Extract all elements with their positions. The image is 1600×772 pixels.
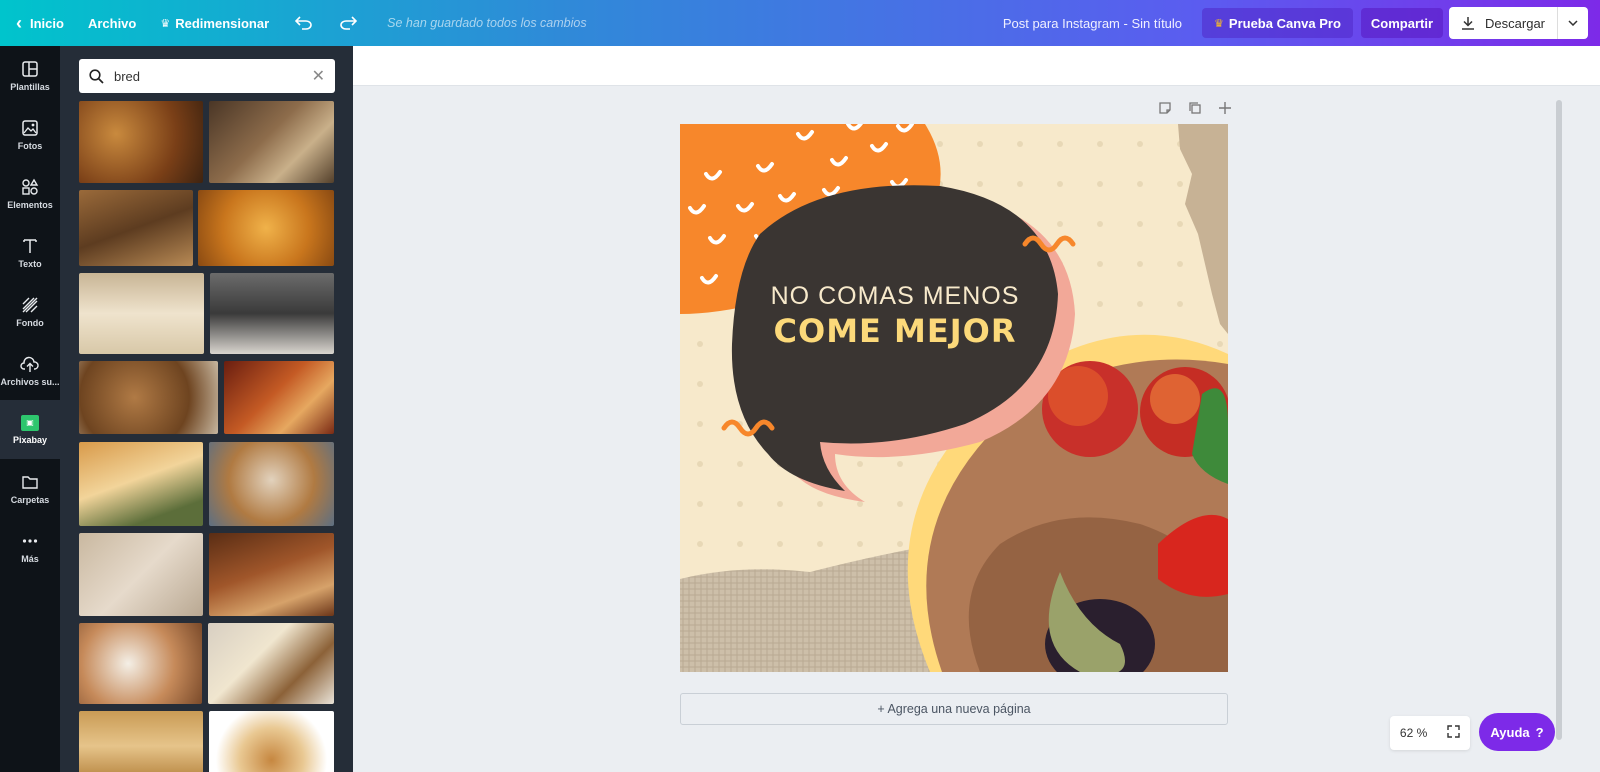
cloud-upload-icon <box>20 356 39 372</box>
layout-icon <box>22 60 38 77</box>
photo-thumbnail[interactable] <box>209 442 334 526</box>
left-rail: Plantillas Fotos Elementos Texto Fondo A… <box>0 46 60 772</box>
pixabay-panel: ✕ <box>60 46 353 772</box>
crown-icon: ♛ <box>1214 17 1224 30</box>
photo-thumbnail[interactable] <box>209 711 334 772</box>
rail-label: Fondo <box>16 317 44 328</box>
rail-label: Elementos <box>7 199 53 210</box>
download-options-button[interactable] <box>1558 7 1588 39</box>
pattern-icon <box>22 297 38 312</box>
design-canvas[interactable]: NO COMAS MENOS COME MEJOR <box>680 124 1228 672</box>
rail-item-elements[interactable]: Elementos <box>0 164 60 223</box>
headline-line-1[interactable]: NO COMAS MENOS <box>770 282 1020 311</box>
document-title[interactable]: Post para Instagram - Sin título <box>1003 16 1182 31</box>
page-tools <box>1157 100 1233 116</box>
photo-thumbnail[interactable] <box>210 273 334 354</box>
folder-icon <box>22 475 38 489</box>
rail-item-uploads[interactable]: Archivos su... <box>0 341 60 400</box>
photo-thumbnail[interactable] <box>79 190 193 266</box>
photo-thumbnail[interactable] <box>79 442 203 526</box>
top-bar: ‹ Inicio Archivo ♛ Redimensionar Se han … <box>0 0 1600 46</box>
search-box[interactable]: ✕ <box>79 59 335 93</box>
rail-item-templates[interactable]: Plantillas <box>0 46 60 105</box>
fullscreen-icon[interactable] <box>1447 725 1460 741</box>
pixabay-icon: ▣ <box>21 414 39 431</box>
save-status: Se han guardado todos los cambios <box>387 16 587 30</box>
editor-toolbar <box>353 46 1600 86</box>
redo-icon <box>340 16 358 30</box>
download-main[interactable]: Descargar <box>1449 7 1558 39</box>
undo-icon <box>295 16 312 30</box>
vertical-scrollbar[interactable] <box>1555 92 1563 757</box>
resize-label: Redimensionar <box>175 15 270 31</box>
design-artwork <box>680 124 1228 672</box>
scrollbar-thumb[interactable] <box>1556 100 1562 740</box>
photo-thumbnail[interactable] <box>79 711 203 772</box>
crown-icon: ♛ <box>160 17 171 30</box>
photo-thumbnail[interactable] <box>224 361 334 434</box>
help-button[interactable]: Ayuda ? <box>1479 713 1555 751</box>
chevron-left-icon: ‹ <box>16 12 22 33</box>
photo-thumbnail[interactable] <box>209 101 334 183</box>
rail-item-background[interactable]: Fondo <box>0 282 60 341</box>
rail-label: Plantillas <box>10 81 50 92</box>
photo-thumbnail[interactable] <box>79 533 203 616</box>
add-new-page-button[interactable]: + Agrega una nueva página <box>680 693 1228 725</box>
rail-label: Fotos <box>17 140 43 151</box>
photo-thumbnail[interactable] <box>79 101 203 183</box>
rail-item-text[interactable]: Texto <box>0 223 60 282</box>
rail-label: Pixabay <box>12 434 48 445</box>
duplicate-page-icon[interactable] <box>1187 100 1203 116</box>
download-button[interactable]: Descargar <box>1449 7 1588 39</box>
shapes-icon <box>22 178 39 195</box>
image-icon <box>22 119 38 136</box>
rail-item-photos[interactable]: Fotos <box>0 105 60 164</box>
photo-thumbnail[interactable] <box>79 273 204 354</box>
photo-thumbnail[interactable] <box>198 190 334 266</box>
home-button[interactable]: ‹ Inicio <box>0 0 76 46</box>
photo-thumbnail[interactable] <box>209 533 334 616</box>
rail-label: Más <box>21 553 39 564</box>
home-label: Inicio <box>30 15 64 31</box>
more-icon <box>22 538 38 543</box>
rail-item-folders[interactable]: Carpetas <box>0 459 60 518</box>
try-pro-button[interactable]: ♛ Prueba Canva Pro <box>1202 8 1353 38</box>
photo-thumbnail[interactable] <box>79 623 202 704</box>
zoom-level[interactable]: 62 % <box>1400 726 1427 740</box>
rail-item-more[interactable]: Más <box>0 518 60 577</box>
rail-label: Carpetas <box>10 494 50 505</box>
download-icon <box>1462 17 1475 30</box>
resize-button[interactable]: ♛ Redimensionar <box>148 0 281 46</box>
photo-thumbnail[interactable] <box>208 623 334 704</box>
file-menu-button[interactable]: Archivo <box>76 0 148 46</box>
headline-line-2[interactable]: COME MEJOR <box>760 312 1030 350</box>
add-page-icon[interactable] <box>1217 100 1233 116</box>
question-icon: ? <box>1535 724 1544 740</box>
rail-label: Texto <box>18 258 42 269</box>
text-icon <box>23 238 37 253</box>
try-pro-label: Prueba Canva Pro <box>1228 15 1341 31</box>
clear-search-icon[interactable]: ✕ <box>312 66 325 86</box>
zoom-control[interactable]: 62 % <box>1390 716 1470 750</box>
search-input[interactable] <box>112 67 312 85</box>
search-icon <box>89 68 104 84</box>
download-label: Descargar <box>1485 15 1545 31</box>
undo-button[interactable] <box>281 0 326 46</box>
rail-item-pixabay[interactable]: ▣ Pixabay <box>0 400 60 459</box>
note-icon[interactable] <box>1157 100 1173 116</box>
rail-label: Archivos su... <box>0 376 60 387</box>
photo-thumbnail[interactable] <box>79 361 218 434</box>
help-label: Ayuda <box>1490 724 1530 740</box>
redo-button[interactable] <box>326 0 371 46</box>
share-button[interactable]: Compartir <box>1360 8 1444 38</box>
chevron-down-icon <box>1568 20 1578 26</box>
